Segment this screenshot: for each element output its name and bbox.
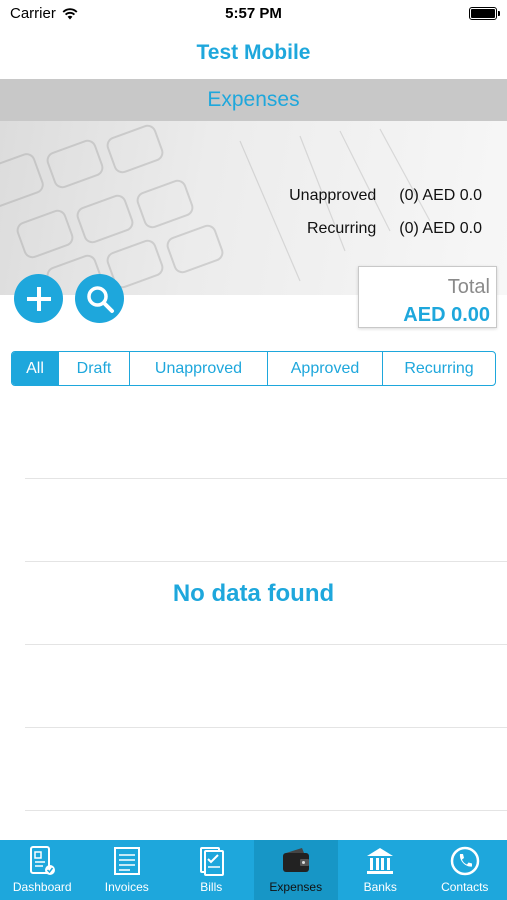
tab-expenses[interactable]: Expenses [253,840,338,900]
plus-icon [26,286,51,311]
filter-tab-approved[interactable]: Approved [267,352,382,385]
tab-banks[interactable]: Banks [338,840,423,900]
list-separator [25,478,507,479]
phone-icon [448,844,482,878]
empty-state-message: No data found [172,580,335,607]
filter-tab-draft[interactable]: Draft [58,352,129,385]
total-box: Total AED 0.00 [358,266,497,328]
add-expense-button[interactable] [14,274,63,323]
list-separator [25,644,507,645]
invoice-icon [110,844,144,878]
dashboard-icon [25,844,59,878]
summary-row-unapproved: Unapproved (0) AED 0.0 [289,187,482,205]
search-button[interactable] [75,274,124,323]
tab-dashboard[interactable]: Dashboard [0,840,85,900]
tab-label: Invoices [104,880,149,894]
wallet-icon [279,844,313,878]
list-separator [25,810,507,811]
status-bar: Carrier 5:57 PM [0,0,507,28]
unapproved-label: Unapproved [289,187,377,204]
filter-tab-unapproved[interactable]: Unapproved [129,352,267,385]
summary-row-recurring: Recurring (0) AED 0.0 [307,220,482,238]
list-separator [25,561,507,562]
tab-contacts[interactable]: Contacts [423,840,507,900]
tab-label: Bills [200,880,223,894]
unapproved-value: (0) AED 0.0 [399,187,482,204]
filter-tab-recurring[interactable]: Recurring [382,352,495,385]
tab-bills[interactable]: Bills [169,840,254,900]
search-icon [86,285,114,313]
tab-label: Expenses [269,880,323,894]
total-value: AED 0.00 [403,304,490,326]
recurring-label: Recurring [306,220,377,237]
list-separator [25,727,507,728]
recurring-value: (0) AED 0.0 [399,220,482,237]
status-time: 5:57 PM [225,5,282,22]
filter-tab-all[interactable]: All [12,352,58,385]
battery-icon [469,7,500,20]
tab-invoices[interactable]: Invoices [85,840,170,900]
total-label: Total [447,276,490,298]
bill-icon [194,844,228,878]
bottom-tab-bar: Dashboard Invoices Bills Expenses Banks … [0,840,507,900]
tab-label: Contacts [441,880,489,894]
tab-label: Dashboard [12,880,72,894]
tab-label: Banks [363,880,397,894]
status-filter-segmented-control: All Draft Unapproved Approved Recurring [11,351,496,386]
bank-icon [363,844,397,878]
section-title: Expenses [0,79,507,121]
page-title: Test Mobile [196,41,311,64]
